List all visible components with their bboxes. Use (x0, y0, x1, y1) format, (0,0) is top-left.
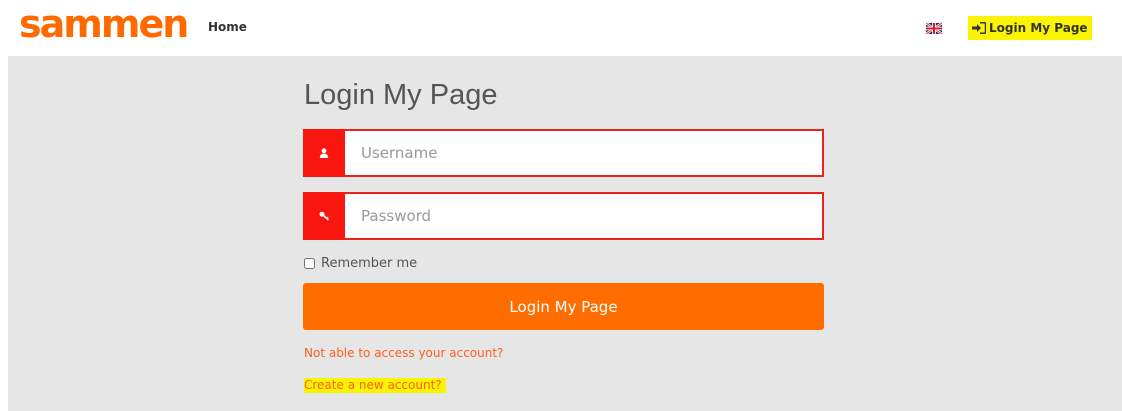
key-icon (303, 192, 345, 240)
page-title: Login My Page (304, 79, 498, 111)
remember-label: Remember me (321, 256, 418, 271)
sammen-logo[interactable]: sammen (19, 2, 189, 46)
top-navbar: sammen Home Login My Page (0, 0, 1122, 56)
sign-in-icon (972, 22, 986, 34)
uk-flag-icon[interactable] (926, 23, 942, 34)
remember-checkbox[interactable] (304, 258, 315, 269)
top-login-label: Login My Page (989, 21, 1088, 35)
username-input[interactable] (345, 129, 824, 177)
login-button[interactable]: Login My Page (303, 283, 824, 330)
user-icon (303, 129, 345, 177)
password-input[interactable] (345, 192, 824, 240)
top-login-link[interactable]: Login My Page (968, 16, 1092, 40)
remember-me[interactable]: Remember me (304, 256, 417, 271)
create-account-link[interactable]: Create a new account? (304, 378, 446, 393)
forgot-account-link[interactable]: Not able to access your account? (304, 346, 503, 360)
password-field (303, 192, 824, 240)
username-field (303, 129, 824, 177)
nav-home-link[interactable]: Home (208, 20, 247, 34)
